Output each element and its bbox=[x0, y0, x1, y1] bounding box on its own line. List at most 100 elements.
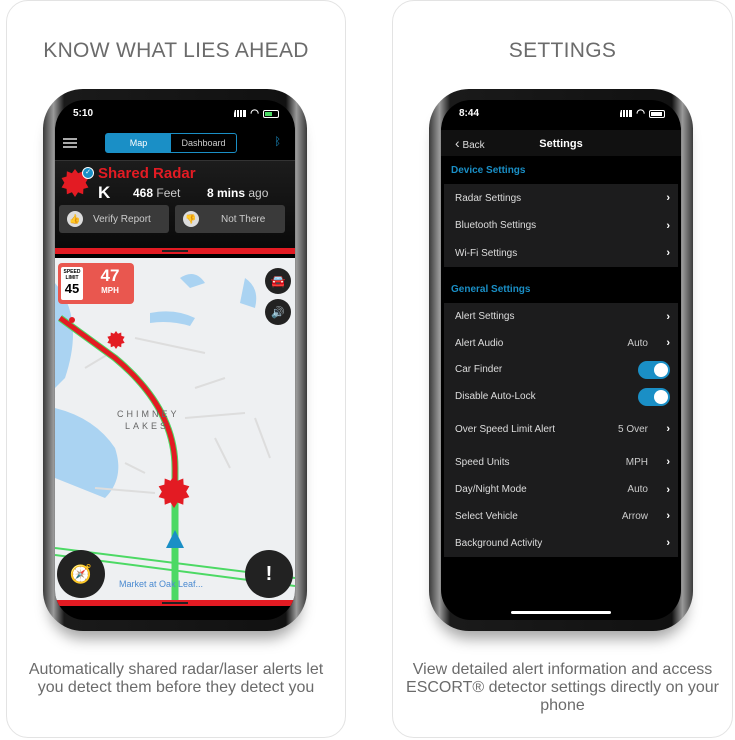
phone-map: 5:10 ◠ Map Dashboard ᛒ ✓ Shared Radar K … bbox=[43, 89, 307, 631]
settings-row-over-speed[interactable]: Over Speed Limit Alert 5 Over › bbox=[444, 410, 678, 448]
row-value: Auto bbox=[627, 337, 648, 349]
volume-button[interactable]: 🔊 bbox=[265, 299, 291, 325]
distance-unit: Feet bbox=[156, 186, 181, 200]
time-suffix: ago bbox=[248, 186, 269, 200]
settings-row-car-finder: Car Finder bbox=[444, 356, 678, 383]
status-time: 5:10 bbox=[73, 108, 94, 119]
not-there-label: Not There bbox=[221, 213, 266, 225]
vehicle-arrow-icon bbox=[166, 530, 184, 548]
menu-icon[interactable] bbox=[63, 138, 77, 148]
compass-button[interactable]: 🧭 bbox=[57, 550, 105, 598]
row-value: 5 Over bbox=[617, 423, 648, 435]
device-settings-header: Device Settings bbox=[451, 165, 526, 176]
row-value: MPH bbox=[625, 456, 648, 468]
verify-label: Verify Report bbox=[93, 213, 151, 225]
settings-row-bluetooth[interactable]: Bluetooth Settings › bbox=[444, 212, 678, 239]
not-there-button[interactable]: 👎 Not There bbox=[175, 205, 285, 233]
current-speed-unit: MPH bbox=[101, 286, 119, 295]
chevron-right-icon: › bbox=[666, 192, 670, 204]
current-speed-value: 47 bbox=[100, 266, 120, 285]
device-settings-group: Radar Settings › Bluetooth Settings › Wi-F… bbox=[444, 184, 678, 267]
page-title: Settings bbox=[539, 138, 583, 150]
settings-row-background[interactable]: Background Activity › bbox=[444, 529, 678, 557]
row-value: Arrow bbox=[621, 510, 648, 522]
home-indicator[interactable] bbox=[511, 611, 611, 614]
chevron-right-icon: › bbox=[666, 456, 670, 468]
notch bbox=[115, 100, 235, 122]
distance-value: 468 bbox=[133, 186, 154, 200]
row-value: Auto bbox=[627, 484, 648, 495]
settings-row-alert-settings[interactable]: Alert Settings › bbox=[444, 303, 678, 330]
chevron-right-icon: › bbox=[666, 537, 670, 549]
bottom-drag-handle[interactable] bbox=[55, 600, 295, 606]
settings-row-vehicle[interactable]: Select Vehicle Arrow › bbox=[444, 503, 678, 529]
card-caption: View detailed alert information and acce… bbox=[406, 661, 719, 714]
alert-band: K bbox=[98, 183, 111, 202]
alert-drag-handle[interactable] bbox=[55, 248, 295, 254]
alert-panel: ✓ Shared Radar K 468 Feet 8 mins ago 👍 Ve… bbox=[55, 160, 295, 248]
chevron-right-icon: › bbox=[666, 483, 670, 496]
bluetooth-icon[interactable]: ᛒ bbox=[274, 136, 281, 148]
tab-dashboard[interactable]: Dashboard bbox=[171, 134, 236, 152]
chevron-right-icon: › bbox=[666, 337, 670, 349]
time-value: 8 mins bbox=[207, 186, 246, 200]
row-label: Select Vehicle bbox=[455, 510, 518, 522]
map-view[interactable]: SPEED LIMIT 45 47 MPH CHIMNEY LAKES Market… bbox=[55, 258, 295, 600]
settings-row-speed-units[interactable]: Speed Units MPH › bbox=[444, 448, 678, 476]
poi-label[interactable]: Market at Oak Leaf... bbox=[119, 579, 203, 589]
speed-panel: SPEED LIMIT 45 47 MPH bbox=[58, 263, 134, 304]
verified-check-icon: ✓ bbox=[82, 167, 94, 179]
verify-report-button[interactable]: 👍 Verify Report bbox=[59, 205, 169, 233]
chevron-right-icon: › bbox=[666, 247, 670, 259]
report-button[interactable]: ! bbox=[245, 550, 293, 598]
settings-row-wifi[interactable]: Wi-Fi Settings › bbox=[444, 239, 678, 267]
settings-row-alert-audio[interactable]: Alert Audio Auto › bbox=[444, 330, 678, 356]
speed-limit-value: 45 bbox=[64, 281, 80, 296]
row-label: Wi-Fi Settings bbox=[455, 247, 518, 259]
traffic-car-button[interactable]: 🚘 bbox=[265, 268, 291, 294]
status-time: 8:44 bbox=[459, 108, 480, 119]
row-label: Alert Audio bbox=[455, 337, 504, 349]
settings-row-radar[interactable]: Radar Settings › bbox=[444, 184, 678, 212]
right-card: SETTINGS 8:44 ◠ ‹ Back Settings Device S… bbox=[392, 0, 733, 738]
row-label: Bluetooth Settings bbox=[455, 220, 537, 231]
settings-row-auto-lock: Disable Auto-Lock bbox=[444, 383, 678, 410]
phone-settings: 8:44 ◠ ‹ Back Settings Device Settings R… bbox=[429, 89, 693, 631]
row-label: Day/Night Mode bbox=[455, 484, 527, 495]
notch bbox=[501, 100, 621, 122]
chevron-right-icon: › bbox=[666, 310, 670, 323]
alert-title: Shared Radar bbox=[98, 165, 196, 182]
row-label: Over Speed Limit Alert bbox=[455, 423, 556, 435]
battery-icon bbox=[263, 109, 279, 118]
wifi-icon: ◠ bbox=[250, 108, 259, 119]
signal-icon bbox=[620, 110, 633, 117]
general-settings-group: Alert Settings › Alert Audio Auto › Car Fin… bbox=[444, 303, 678, 557]
card-title: SETTINGS bbox=[508, 39, 617, 62]
alert-time: 8 mins ago bbox=[207, 186, 268, 200]
chevron-right-icon: › bbox=[666, 219, 670, 232]
left-card: KNOW WHAT LIES AHEAD 5:10 ◠ Map Dashboar… bbox=[6, 0, 346, 738]
chevron-right-icon: › bbox=[666, 423, 670, 435]
row-label: Disable Auto-Lock bbox=[455, 391, 536, 402]
view-toggle: Map Dashboard bbox=[105, 133, 237, 153]
wifi-icon: ◠ bbox=[636, 108, 645, 119]
card-title: KNOW WHAT LIES AHEAD bbox=[43, 39, 309, 62]
thumbs-down-icon: 👎 bbox=[183, 211, 199, 227]
row-label: Radar Settings bbox=[455, 192, 522, 204]
tab-map[interactable]: Map bbox=[106, 134, 171, 152]
row-label: Car Finder bbox=[455, 364, 503, 375]
alert-distance: 468 Feet bbox=[133, 186, 180, 200]
battery-icon bbox=[649, 109, 665, 118]
chevron-right-icon: › bbox=[666, 510, 670, 522]
settings-row-day-night[interactable]: Day/Night Mode Auto › bbox=[444, 476, 678, 503]
auto-lock-toggle[interactable] bbox=[638, 387, 670, 406]
row-label: Speed Units bbox=[455, 456, 510, 468]
general-settings-header: General Settings bbox=[451, 284, 531, 295]
speed-limit-sign: SPEED LIMIT 45 bbox=[61, 267, 83, 300]
signal-icon bbox=[234, 110, 247, 117]
speed-limit-label: SPEED LIMIT bbox=[63, 269, 81, 281]
area-label: CHIMNEY LAKES bbox=[117, 409, 180, 431]
car-finder-toggle[interactable] bbox=[638, 360, 670, 379]
nav-bar: ‹ Back Settings bbox=[441, 130, 681, 156]
thumbs-up-icon: 👍 bbox=[67, 211, 83, 227]
